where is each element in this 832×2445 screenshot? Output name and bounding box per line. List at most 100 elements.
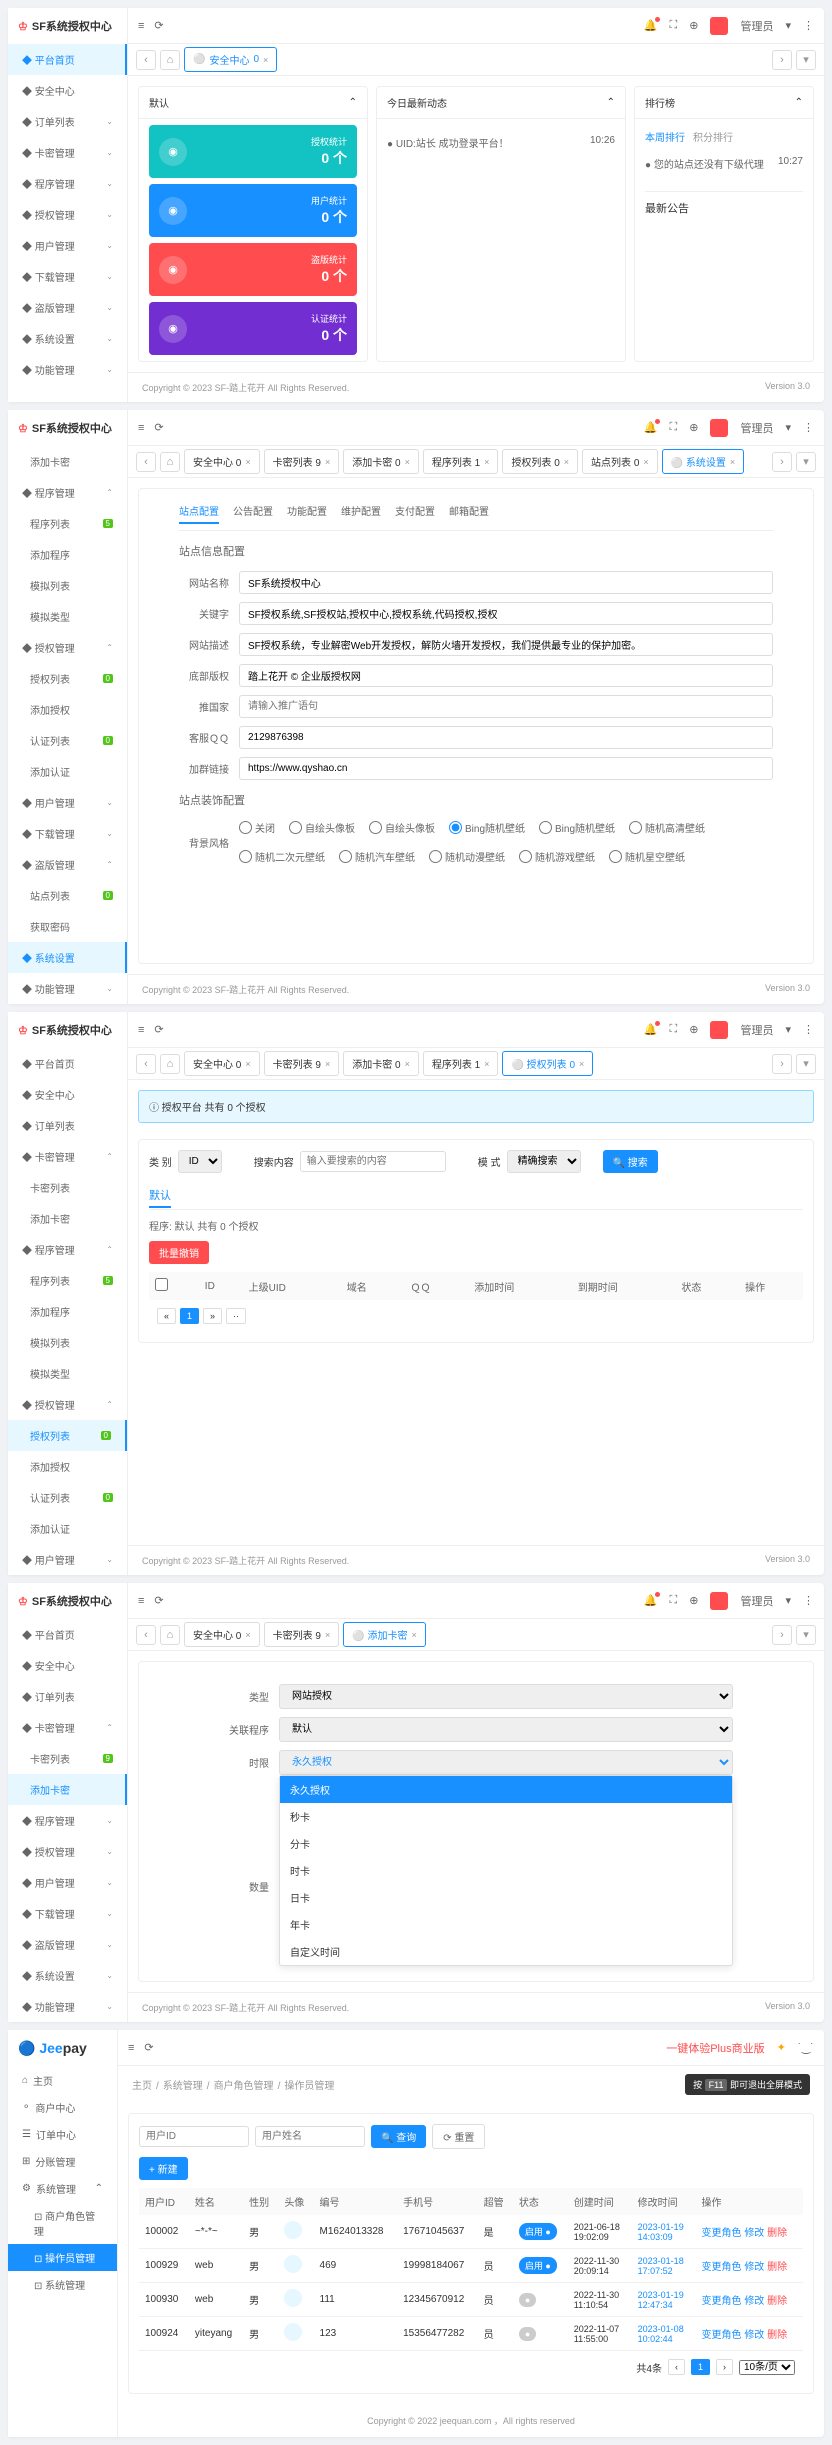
- bell-icon[interactable]: 🔔: [644, 1023, 658, 1036]
- nav-subitem[interactable]: 认证列表0: [8, 725, 127, 756]
- tab[interactable]: 程序列表 1 ×: [423, 1051, 499, 1076]
- config-tab[interactable]: 支付配置: [395, 503, 435, 524]
- config-tab[interactable]: 维护配置: [341, 503, 381, 524]
- expand-icon[interactable]: ⛶: [670, 19, 678, 32]
- change-role-link[interactable]: 变更角色: [702, 2228, 742, 2239]
- nav-item[interactable]: ◆ 程序管理⌃: [8, 1234, 127, 1265]
- nav-item[interactable]: ◆ 平台首页: [8, 44, 127, 75]
- nav-subitem[interactable]: 模拟类型: [8, 601, 127, 632]
- help-icon[interactable]: ⊕: [689, 1594, 698, 1607]
- chevron-down-icon[interactable]: ▾: [785, 1594, 791, 1607]
- close-icon[interactable]: ×: [484, 1059, 489, 1069]
- close-icon[interactable]: ×: [325, 1059, 330, 1069]
- help-icon[interactable]: ⊕: [689, 19, 698, 32]
- field-input[interactable]: [239, 726, 773, 749]
- close-icon[interactable]: ×: [325, 1630, 330, 1640]
- collapse-icon[interactable]: ⌃: [607, 97, 615, 108]
- filter-type-select[interactable]: ID: [178, 1150, 222, 1173]
- bg-radio[interactable]: Bing随机壁纸: [539, 820, 615, 835]
- breadcrumb-item[interactable]: 操作员管理: [284, 2081, 334, 2092]
- field-input[interactable]: [239, 571, 773, 594]
- username-input[interactable]: [255, 2126, 365, 2147]
- nav-subitem[interactable]: 卡密列表: [8, 1172, 127, 1203]
- bg-radio[interactable]: 自绘头像板: [289, 820, 355, 835]
- nav-item[interactable]: ◆ 用户管理⌄: [8, 230, 127, 261]
- nav-subitem[interactable]: 认证列表0: [8, 1482, 127, 1513]
- jeepay-nav-item[interactable]: ⊞ 分账管理: [8, 2148, 117, 2175]
- page-btn[interactable]: «: [157, 1308, 176, 1324]
- nav-item[interactable]: ◆ 安全中心: [8, 1650, 127, 1681]
- nav-subitem[interactable]: 添加程序: [8, 539, 127, 570]
- tab-next[interactable]: ›: [772, 452, 792, 472]
- batch-delete-button[interactable]: 批量撤销: [149, 1241, 209, 1264]
- type-select[interactable]: 网站授权: [279, 1684, 733, 1709]
- nav-item[interactable]: ◆ 卡密管理⌃: [8, 1712, 127, 1743]
- rank-tab-week[interactable]: 本周排行: [645, 129, 685, 144]
- field-input[interactable]: [239, 602, 773, 625]
- tab-security[interactable]: ⚪ 安全中心 0 ×: [184, 47, 277, 72]
- field-input[interactable]: [239, 757, 773, 780]
- reset-button[interactable]: ⟳ 重置: [432, 2124, 485, 2149]
- tab[interactable]: ⚪ 系统设置 ×: [662, 449, 745, 474]
- nav-item[interactable]: ◆ 功能管理⌄: [8, 354, 127, 385]
- change-role-link[interactable]: 变更角色: [702, 2296, 742, 2307]
- jeepay-nav-subitem[interactable]: ⊡ 商户角色管理: [8, 2202, 117, 2244]
- close-icon[interactable]: ×: [564, 457, 569, 467]
- help-icon[interactable]: ⊕: [689, 421, 698, 434]
- tab-prev[interactable]: ‹: [136, 1054, 156, 1074]
- tab[interactable]: 卡密列表 9 ×: [264, 1622, 340, 1647]
- avatar[interactable]: [710, 17, 728, 35]
- avatar[interactable]: [710, 1021, 728, 1039]
- close-icon[interactable]: ×: [245, 457, 250, 467]
- new-button[interactable]: + 新建: [139, 2157, 188, 2180]
- edit-link[interactable]: 修改: [744, 2262, 764, 2273]
- search-button[interactable]: 🔍 查询: [371, 2125, 426, 2148]
- nav-item[interactable]: ◆ 下载管理⌄: [8, 261, 127, 292]
- nav-func-mgmt[interactable]: ◆ 功能管理⌄: [8, 973, 127, 1004]
- nav-subitem[interactable]: 添加认证: [8, 1513, 127, 1544]
- chevron-down-icon[interactable]: ▾: [785, 1023, 791, 1036]
- status-toggle[interactable]: ●: [519, 2293, 536, 2307]
- nav-group[interactable]: ◆ 盗版管理⌃: [8, 849, 127, 880]
- nav-subitem[interactable]: 添加授权: [8, 694, 127, 725]
- nav-subitem[interactable]: 添加授权: [8, 1451, 127, 1482]
- dropdown-option[interactable]: 分卡: [280, 1830, 732, 1857]
- tab[interactable]: 添加卡密 0 ×: [343, 449, 419, 474]
- nav-subitem[interactable]: 程序列表5: [8, 508, 127, 539]
- tab-next[interactable]: ›: [772, 1625, 792, 1645]
- status-toggle[interactable]: 启用 ●: [519, 2257, 557, 2274]
- tab-more[interactable]: ▾: [796, 50, 816, 70]
- select-all[interactable]: [155, 1278, 168, 1291]
- menu-toggle-icon[interactable]: ≡: [128, 2042, 134, 2054]
- nav-item[interactable]: ◆ 安全中心: [8, 75, 127, 106]
- bell-icon[interactable]: 🔔: [644, 1594, 658, 1607]
- nav-item[interactable]: ◆ 功能管理⌄: [8, 1991, 127, 2022]
- config-tab[interactable]: 邮箱配置: [449, 503, 489, 524]
- close-icon[interactable]: ×: [579, 1059, 584, 1069]
- admin-label[interactable]: 管理员: [740, 1022, 773, 1038]
- pagesize-select[interactable]: 10条/页: [739, 2360, 795, 2375]
- page-current[interactable]: 1: [691, 2359, 710, 2375]
- nav-item[interactable]: ◆ 卡密管理⌃: [8, 1141, 127, 1172]
- tab-more[interactable]: ▾: [796, 1054, 816, 1074]
- tab[interactable]: 安全中心 0 ×: [184, 1622, 260, 1647]
- nav-subitem[interactable]: 添加程序: [8, 1296, 127, 1327]
- bg-radio[interactable]: 随机动漫壁纸: [429, 849, 505, 864]
- refresh-icon[interactable]: ⟳: [154, 1594, 163, 1607]
- tab[interactable]: 卡密列表 9 ×: [264, 449, 340, 474]
- menu-toggle-icon[interactable]: ≡: [138, 422, 144, 434]
- nav-subitem[interactable]: 授权列表0: [8, 663, 127, 694]
- tab-home-icon[interactable]: ⌂: [160, 50, 180, 70]
- collapse-icon[interactable]: ⌃: [795, 97, 803, 108]
- nav-item[interactable]: ◆ 盗版管理⌄: [8, 1929, 127, 1960]
- nav-item[interactable]: ◆ 系统设置⌄: [8, 1960, 127, 1991]
- tab-more[interactable]: ▾: [796, 452, 816, 472]
- breadcrumb-item[interactable]: 商户角色管理: [214, 2081, 274, 2092]
- nav-subitem[interactable]: 模拟列表: [8, 570, 127, 601]
- nav-group[interactable]: ◆ 下载管理⌄: [8, 818, 127, 849]
- nav-item[interactable]: ◆ 订单列表: [8, 1681, 127, 1712]
- menu-toggle-icon[interactable]: ≡: [138, 20, 144, 32]
- admin-label[interactable]: 管理员: [740, 420, 773, 436]
- menu-toggle-icon[interactable]: ≡: [138, 1024, 144, 1036]
- bg-radio[interactable]: 随机高清壁纸: [629, 820, 705, 835]
